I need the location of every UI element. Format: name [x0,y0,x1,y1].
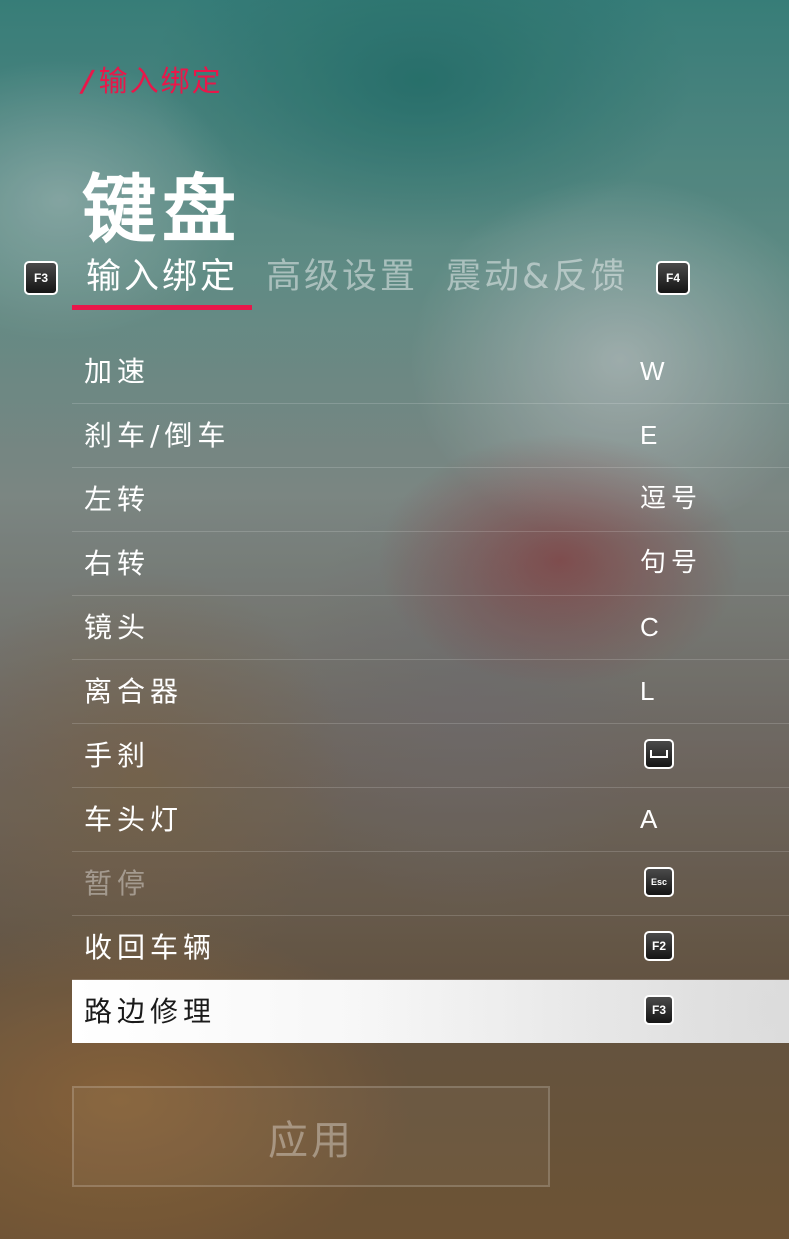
f2-key-icon: F2 [644,931,674,961]
binding-row-brake-reverse[interactable]: 刹车/倒车 E [72,404,789,468]
action-label: 右转 [84,547,151,580]
space-key-icon [644,739,674,769]
key-binding: 句号 [640,548,703,578]
bindings-list: 加速 W 刹车/倒车 E 左转 逗号 右转 句号 镜头 C 离合器 L 手刹 车… [72,340,789,1043]
page-title: 键盘 [82,167,242,253]
prev-tab-key-icon[interactable]: F3 [24,261,58,295]
key-binding: W [640,356,670,386]
binding-row-headlights[interactable]: 车头灯 A [72,788,789,852]
f3-key-icon: F3 [644,995,674,1025]
binding-row-steer-left[interactable]: 左转 逗号 [72,468,789,532]
action-label: 加速 [84,355,151,388]
action-label: 车头灯 [84,803,184,836]
next-tab-key-icon[interactable]: F4 [656,261,690,295]
binding-row-clutch[interactable]: 离合器 L [72,660,789,724]
tab-input-bindings[interactable]: 输入绑定 [72,252,253,310]
action-label: 收回车辆 [84,931,217,964]
apply-button[interactable]: 应用 [72,1086,550,1187]
action-label: 左转 [84,483,151,516]
action-label: 暂停 [84,867,151,900]
esc-key-icon: Esc [644,867,674,897]
binding-row-handbrake[interactable]: 手刹 [72,724,789,788]
binding-row-accelerate[interactable]: 加速 W [72,340,789,404]
tab-advanced-settings[interactable]: 高级设置 [252,252,432,310]
action-label: 手刹 [84,739,151,772]
breadcrumb: /输入绑定 [78,58,223,100]
action-label: 路边修理 [84,995,217,1028]
binding-row-pause: 暂停 Esc [72,852,789,916]
action-label: 刹车/倒车 [84,419,231,452]
action-label: 镜头 [84,611,151,644]
key-binding: A [640,804,663,834]
key-binding: 逗号 [640,484,703,514]
action-label: 离合器 [84,675,184,708]
binding-row-steer-right[interactable]: 右转 句号 [72,532,789,596]
tab-bar: 输入绑定 高级设置 震动&反馈 [72,252,642,314]
binding-row-camera[interactable]: 镜头 C [72,596,789,660]
breadcrumb-slash: / [78,64,99,98]
binding-row-roadside-repair[interactable]: 路边修理 F3 [72,980,789,1043]
key-binding: E [640,420,663,450]
breadcrumb-label: 输入绑定 [98,64,223,98]
key-binding: C [640,612,664,642]
key-binding: L [640,676,660,706]
binding-row-recover-vehicle[interactable]: 收回车辆 F2 [72,916,789,980]
tab-vibration-feedback[interactable]: 震动&反馈 [432,252,642,310]
